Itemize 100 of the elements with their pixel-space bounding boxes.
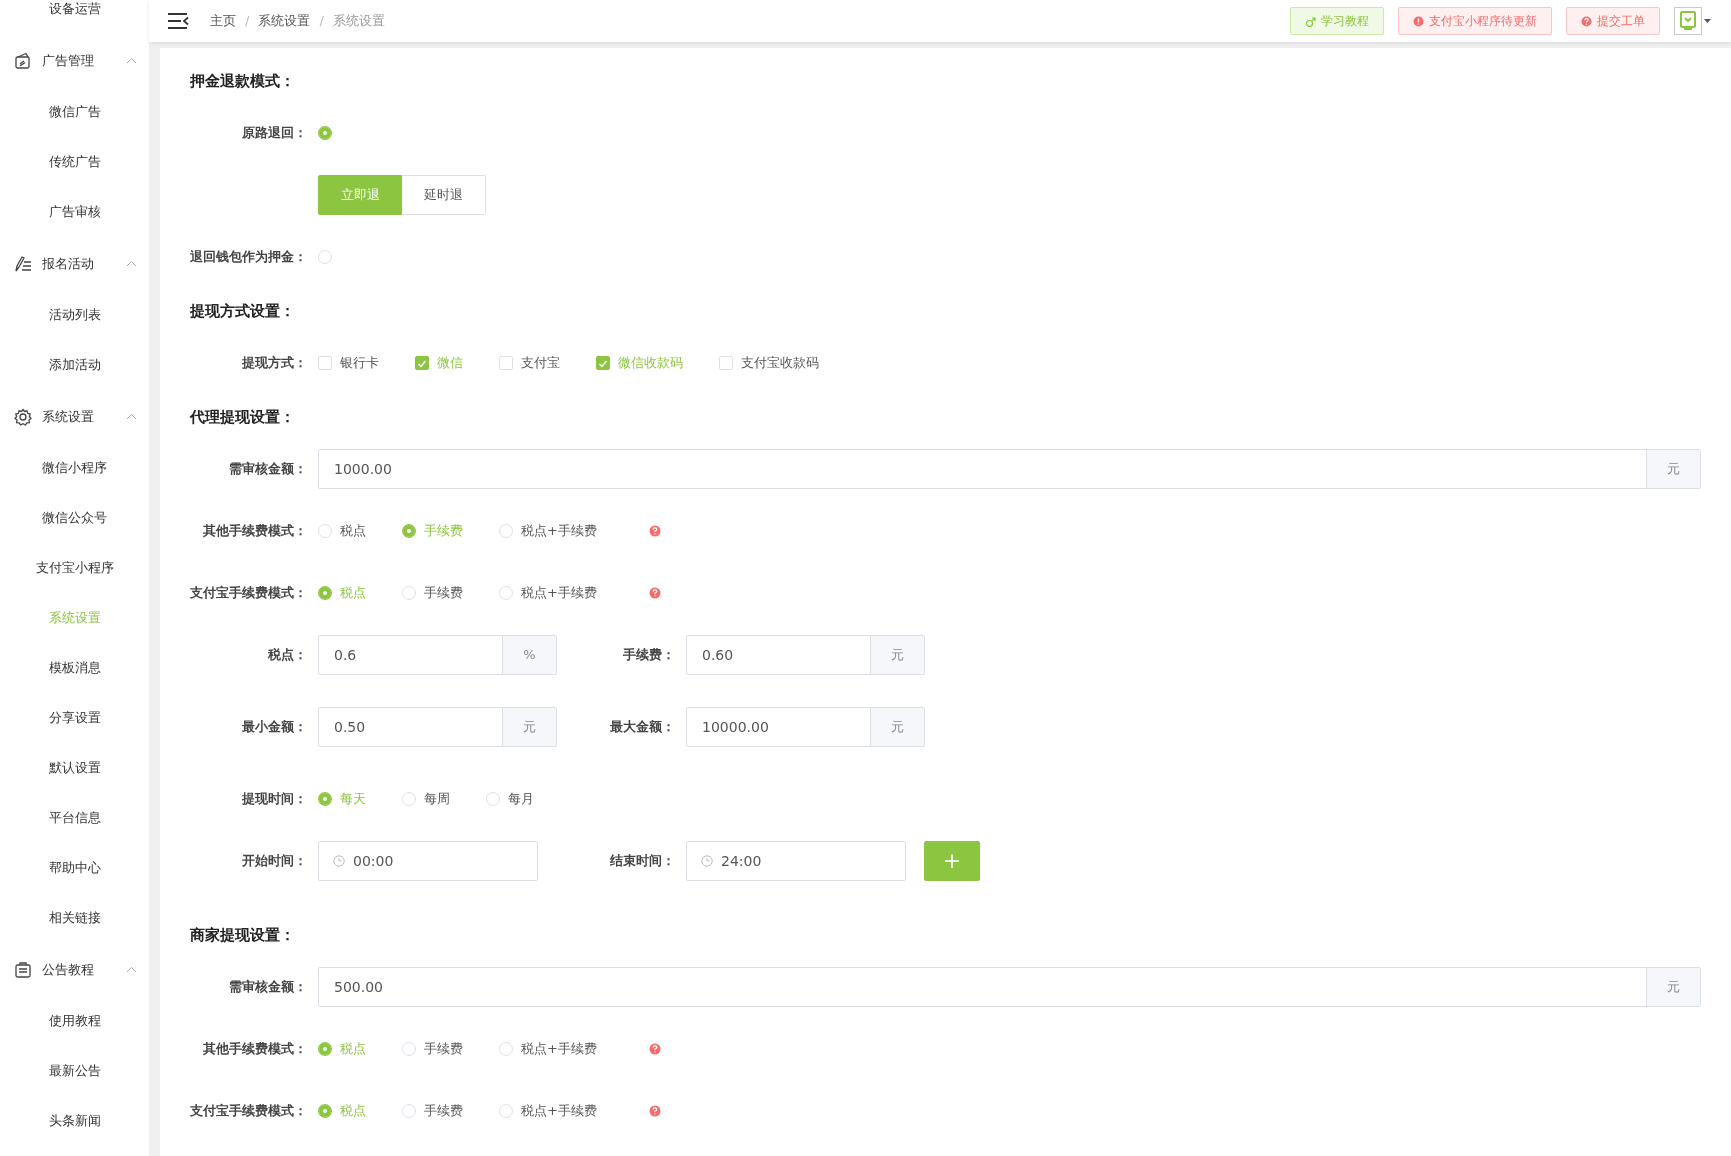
check-icon <box>417 358 427 368</box>
sidebar-item[interactable]: 默认设置 <box>0 743 149 793</box>
sidebar-item[interactable]: 模板消息 <box>0 643 149 693</box>
radio-button[interactable] <box>499 586 513 600</box>
field-label: 其他手续费模式： <box>202 1040 307 1059</box>
help-icon[interactable] <box>648 525 661 537</box>
field-label: 最大金额： <box>609 718 675 737</box>
radio-button[interactable] <box>318 126 332 140</box>
section-title: 提现方式设置： <box>190 301 296 322</box>
sidebar-item[interactable]: 使用教程 <box>0 996 149 1046</box>
help-icon[interactable] <box>648 1043 661 1055</box>
sidebar-item[interactable]: 头条新闻 <box>0 1096 149 1146</box>
option-label: 每周 <box>424 790 450 809</box>
help-icon[interactable] <box>648 587 661 599</box>
radio-button[interactable] <box>318 1042 332 1056</box>
option-label: 每月 <box>508 790 534 809</box>
sidebar-item[interactable]: 微信小程序 <box>0 443 149 493</box>
breadcrumb-separator: / <box>319 12 324 31</box>
pencil-list-icon <box>14 254 32 273</box>
breadcrumb-link[interactable]: 主页 <box>210 11 236 31</box>
warning-icon <box>1413 15 1424 27</box>
male-symbol-icon <box>1305 15 1316 27</box>
breadcrumb-separator: / <box>245 12 250 31</box>
option-label: 税点+手续费 <box>521 584 597 603</box>
radio-button[interactable] <box>318 792 332 806</box>
clock-icon <box>701 855 713 867</box>
segment-button[interactable]: 延时退 <box>402 175 486 215</box>
sidebar-item[interactable]: 活动列表 <box>0 290 149 340</box>
sidebar-item[interactable]: 最新公告 <box>0 1046 149 1096</box>
sidebar-item[interactable]: 支付宝小程序 <box>0 543 149 593</box>
time-field[interactable]: 00:00 <box>318 841 538 881</box>
clock-icon <box>333 855 345 867</box>
radio-button[interactable] <box>318 250 332 264</box>
input-field[interactable]: 1000.00 <box>319 450 1646 488</box>
sidebar-item[interactable]: 平台信息 <box>0 793 149 843</box>
sidebar-group-header[interactable]: 系统设置 <box>0 390 149 443</box>
sidebar-group-header[interactable]: 广告管理 <box>0 34 149 87</box>
time-field[interactable]: 24:00 <box>686 841 906 881</box>
input-field[interactable]: 10000.00 <box>687 708 870 746</box>
amount-field[interactable]: 0.6 % <box>318 635 557 675</box>
input-field[interactable]: 500.00 <box>319 968 1646 1006</box>
option-label: 支付宝收款码 <box>741 354 819 373</box>
sidebar-item[interactable]: 微信公众号 <box>0 493 149 543</box>
radio-button[interactable] <box>318 586 332 600</box>
time-input[interactable]: 00:00 <box>351 849 537 873</box>
field-label: 提现时间： <box>241 790 307 809</box>
radio-button[interactable] <box>499 1042 513 1056</box>
amount-field[interactable]: 0.50 元 <box>318 707 557 747</box>
caret-icon[interactable] <box>1704 19 1711 23</box>
card-icon <box>14 51 32 70</box>
help-icon <box>1581 15 1592 27</box>
sidebar-item[interactable]: 微信广告 <box>0 87 149 137</box>
radio-button[interactable] <box>402 586 416 600</box>
sidebar-item[interactable]: 传统广告 <box>0 137 149 187</box>
sidebar-group-header[interactable]: 公告教程 <box>0 943 149 996</box>
radio-button[interactable] <box>402 1042 416 1056</box>
breadcrumb-current: 系统设置 <box>332 12 385 31</box>
option-label: 税点+手续费 <box>521 522 597 541</box>
unit-label: 元 <box>502 708 556 746</box>
input-field[interactable]: 0.60 <box>687 636 870 674</box>
sidebar-item[interactable]: 设备运营 <box>0 0 149 34</box>
radio-button[interactable] <box>402 524 416 538</box>
checkbox[interactable] <box>415 356 429 370</box>
sidebar-group-header[interactable]: 报名活动 <box>0 237 149 290</box>
field-label: 最小金额： <box>241 718 307 737</box>
checkbox[interactable] <box>596 356 610 370</box>
radio-button[interactable] <box>402 1104 416 1118</box>
group-label: 公告教程 <box>42 960 94 979</box>
help-icon[interactable] <box>648 1105 661 1117</box>
checkbox[interactable] <box>318 356 332 370</box>
amount-field[interactable]: 0.60 元 <box>686 635 925 675</box>
amount-field[interactable]: 10000.00 元 <box>686 707 925 747</box>
radio-button[interactable] <box>499 524 513 538</box>
sidebar-item[interactable]: 广告审核 <box>0 187 149 237</box>
radio-button[interactable] <box>486 792 500 806</box>
radio-button[interactable] <box>318 524 332 538</box>
checkbox[interactable] <box>499 356 513 370</box>
field-label: 支付宝手续费模式： <box>190 584 307 603</box>
breadcrumb-link[interactable]: 系统设置 <box>258 11 311 31</box>
sidebar-item[interactable]: 分享设置 <box>0 693 149 743</box>
option-label: 税点 <box>340 584 366 603</box>
sidebar-item[interactable]: 添加活动 <box>0 340 149 390</box>
field-label: 提现方式： <box>241 354 307 373</box>
amount-field[interactable]: 500.00 元 <box>318 967 1701 1007</box>
field-label: 原路退回： <box>241 124 307 143</box>
radio-button[interactable] <box>318 1104 332 1118</box>
field-label: 需审核金额： <box>228 978 307 997</box>
option-label: 税点 <box>340 522 366 541</box>
input-field[interactable]: 0.50 <box>319 708 502 746</box>
menu-icon[interactable] <box>167 12 190 30</box>
amount-field[interactable]: 1000.00 元 <box>318 449 1701 489</box>
clipboard-icon <box>14 960 32 979</box>
sidebar-item[interactable]: 相关链接 <box>0 893 149 943</box>
sidebar-item[interactable]: 帮助中心 <box>0 843 149 893</box>
time-input[interactable]: 24:00 <box>719 849 905 873</box>
checkbox[interactable] <box>719 356 733 370</box>
input-field[interactable]: 0.6 <box>319 636 502 674</box>
radio-button[interactable] <box>499 1104 513 1118</box>
option-label: 银行卡 <box>340 354 379 373</box>
radio-button[interactable] <box>402 792 416 806</box>
